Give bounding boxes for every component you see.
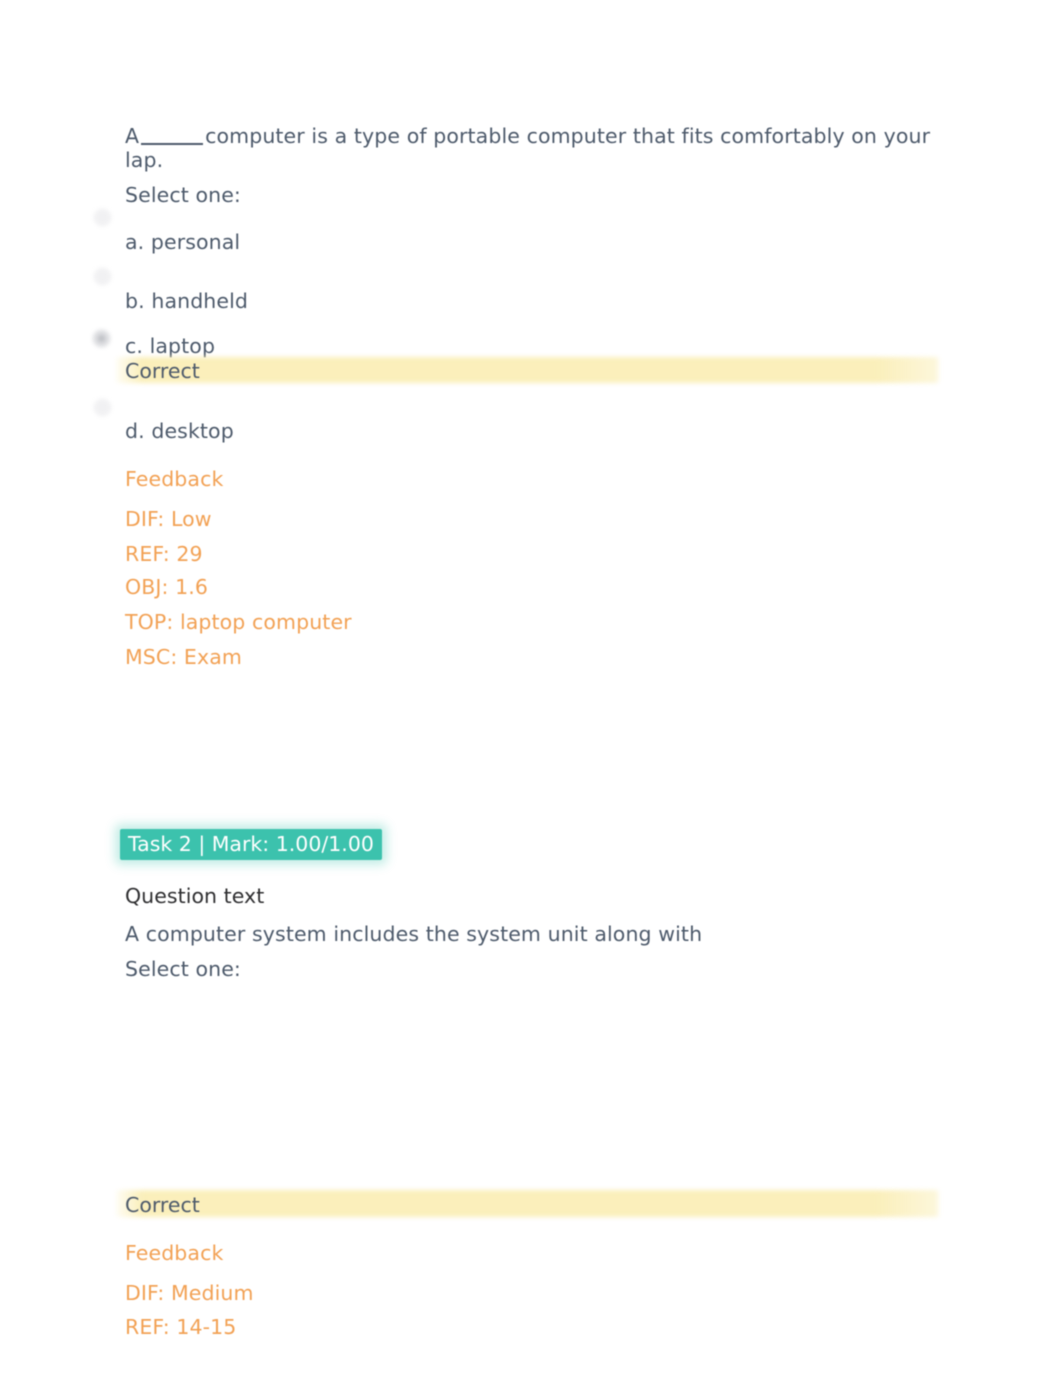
question2-feedback-line-1: REF: 14-15 (125, 1315, 237, 1339)
question1-blank-underline (141, 143, 204, 145)
question1-option-d-label[interactable]: d. desktop (125, 419, 234, 444)
question1-feedback-heading: Feedback (125, 467, 224, 491)
question2-feedback-line-0: DIF: Medium (125, 1281, 254, 1305)
question1-radio-a[interactable] (94, 209, 111, 226)
question1-stem-line2: lap. (125, 148, 164, 172)
question2-correct-label: Correct (125, 1193, 200, 1217)
document-page: Acomputer is a type of portable computer… (0, 0, 1062, 1377)
question1-radio-c[interactable] (93, 330, 110, 347)
question1-stem-prefix: A (125, 124, 140, 148)
question1-select-prompt: Select one: (125, 183, 241, 207)
question1-stem-line1: Acomputer is a type of portable computer… (125, 124, 960, 149)
question1-radio-b[interactable] (94, 268, 111, 285)
question1-stem-suffix: computer is a type of portable computer … (205, 124, 931, 148)
question1-feedback-line-2: OBJ: 1.6 (125, 575, 209, 599)
question2-question-text-heading: Question text (125, 884, 265, 908)
question1-feedback-line-1: REF: 29 (125, 542, 203, 566)
question2-select-prompt: Select one: (125, 957, 241, 981)
question1-radio-d[interactable] (94, 399, 111, 416)
question1-option-c-label[interactable]: c. laptop (125, 334, 215, 359)
question2-correct-highlight (116, 1190, 940, 1217)
question1-correct-label: Correct (125, 359, 200, 383)
question1-feedback-line-0: DIF: Low (125, 507, 212, 531)
question1-feedback-line-4: MSC: Exam (125, 645, 242, 669)
question2-stem: A computer system includes the system un… (125, 922, 703, 946)
question1-correct-highlight (116, 357, 940, 383)
question2-task-badge: Task 2 | Mark: 1.00/1.00 (120, 829, 382, 860)
question1-feedback-line-3: TOP: laptop computer (125, 610, 352, 634)
question1-option-b-label[interactable]: b. handheld (125, 289, 248, 314)
question2-feedback-heading: Feedback (125, 1241, 224, 1265)
question1-option-a-label[interactable]: a. personal (125, 230, 240, 255)
